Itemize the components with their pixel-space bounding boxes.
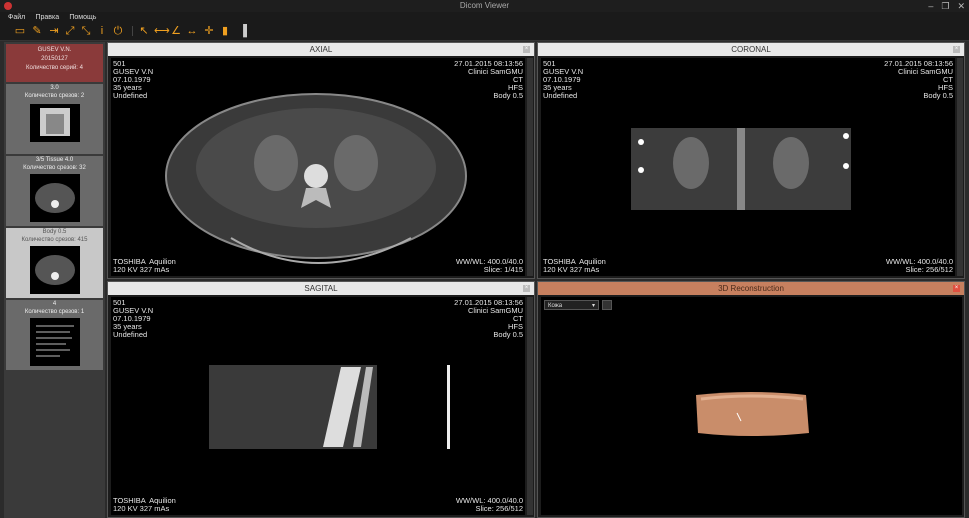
open-folder-icon[interactable]: ▭ [14, 25, 26, 37]
menu-edit[interactable]: Правка [35, 12, 59, 23]
axial-overlay-bottom-left: TOSHIBA Aquilion 120 KV 327 mAs [113, 258, 176, 274]
panel-title: AXIAL [309, 45, 333, 54]
series-title: 3/5 Tissue 4.0 [35, 157, 74, 163]
close-panel-icon[interactable]: × [953, 285, 960, 292]
series-slices: Количество срезов: 1 [24, 309, 85, 315]
skin-render [696, 392, 809, 436]
coronal-overlay-top-left: 501 GUSEV V.N 07.10.1979 35 years Undefi… [543, 60, 583, 100]
series-title: 3.0 [50, 85, 59, 91]
sagital-scrollbar[interactable] [527, 297, 533, 515]
sagital-overlay-top-right: 27.01.2015 08:13:56 Clinici SamGMU CT HF… [454, 299, 523, 339]
patient-name: GUSEV V.N. [37, 47, 72, 53]
slice-index: Slice: 256/512 [475, 504, 523, 513]
coronal-overlay-bottom-right: WW/WL: 400.0/40.0 Slice: 256/512 [886, 258, 953, 274]
ruler-icon[interactable]: ⟷ [154, 25, 170, 37]
exposure: 120 KV 327 mAs [113, 504, 170, 513]
protocol: Body 0.5 [923, 91, 953, 100]
protocol: Body 0.5 [493, 330, 523, 339]
sagital-overlay-bottom-left: TOSHIBA Aquilion 120 KV 327 mAs [113, 497, 176, 513]
axial-overlay-top-left: 501 GUSEV V.N 07.10.1979 35 years Undefi… [113, 60, 153, 100]
panel-header: AXIAL × [108, 43, 534, 56]
series-thumbnail [30, 318, 80, 366]
title-bar: Dicom Viewer – ❐ ✕ [0, 0, 969, 12]
open-file-icon[interactable]: ✎ [31, 25, 43, 37]
power-icon[interactable]: ⏻ [112, 25, 124, 37]
sagital-panel: SAGITAL × 501 GUSEV V.N 07.10.1979 35 ye… [107, 281, 535, 518]
sagital-overlay-top-left: 501 GUSEV V.N 07.10.1979 35 years Undefi… [113, 299, 153, 339]
close-panel-icon[interactable]: × [523, 46, 530, 53]
axial-panel: AXIAL × 501 GUSEV V.N 07.10.1979 35 year… [107, 42, 535, 279]
series-item[interactable]: 4 Количество срезов: 1 [6, 300, 103, 370]
slice-index: Slice: 256/512 [905, 265, 953, 274]
series-title: 4 [52, 301, 57, 307]
series-slices: Количество срезов: 2 [24, 93, 85, 99]
distance-icon[interactable]: ↔ [186, 25, 198, 37]
axial-overlay-bottom-right: WW/WL: 400.0/40.0 Slice: 1/415 [456, 258, 523, 274]
zoom-in-icon[interactable]: ⤢ [64, 25, 76, 37]
series-thumbnail [30, 246, 80, 294]
close-panel-icon[interactable]: × [953, 46, 960, 53]
reconstruction-viewport[interactable]: Кожа ▾ [541, 297, 962, 515]
panel-header: CORONAL × [538, 43, 964, 56]
window-level-icon[interactable]: ▐ [237, 25, 249, 37]
series-thumbnail [30, 174, 80, 222]
panel-header: 3D Reconstruction × [538, 282, 964, 295]
panel-title: CORONAL [731, 45, 771, 54]
sex: Undefined [543, 91, 578, 100]
fit-icon[interactable]: ⤡ [80, 25, 92, 37]
study-date: 20150127 [41, 56, 68, 62]
series-item[interactable]: 3.0 Количество срезов: 2 [6, 84, 103, 154]
menu-file[interactable]: Файл [8, 12, 25, 23]
series-item[interactable]: 3/5 Tissue 4.0 Количество срезов: 32 [6, 156, 103, 226]
info-icon[interactable]: i [96, 25, 108, 37]
crosshair-icon[interactable]: ✛ [203, 25, 215, 37]
sagital-viewport[interactable]: 501 GUSEV V.N 07.10.1979 35 years Undefi… [111, 297, 525, 515]
panel-header: SAGITAL × [108, 282, 534, 295]
series-slices: Количество срезов: 415 [21, 237, 88, 243]
exposure: 120 KV 327 mAs [543, 265, 600, 274]
sex: Undefined [113, 91, 148, 100]
series-count: Количество серий: 4 [26, 65, 83, 71]
slice-index: Slice: 1/415 [483, 265, 523, 274]
panel-title: SAGITAL [304, 284, 338, 293]
series-item-selected[interactable]: Body 0.5 Количество срезов: 415 [6, 228, 103, 298]
coronal-overlay-top-right: 27.01.2015 08:13:56 Clinici SamGMU CT HF… [884, 60, 953, 100]
close-icon[interactable]: ✕ [957, 0, 965, 12]
restore-icon[interactable]: ❐ [941, 0, 949, 12]
pointer-icon[interactable]: ↖ [138, 25, 150, 37]
exposure: 120 KV 327 mAs [113, 265, 170, 274]
patient-card[interactable]: GUSEV V.N. 20150127 Количество серий: 4 [6, 44, 103, 82]
panel-title: 3D Reconstruction [718, 284, 784, 293]
series-thumbnail [30, 104, 80, 142]
close-panel-icon[interactable]: × [523, 285, 530, 292]
coronal-panel: CORONAL × 501 GUSEV V.N 07.10.1979 35 ye… [537, 42, 965, 279]
series-sidebar: GUSEV V.N. 20150127 Количество серий: 4 … [4, 42, 105, 518]
sex: Undefined [113, 330, 148, 339]
coronal-overlay-bottom-left: TOSHIBA Aquilion 120 KV 327 mAs [543, 258, 606, 274]
series-title: Body 0.5 [42, 229, 67, 235]
coronal-scrollbar[interactable] [957, 58, 963, 276]
minimize-icon[interactable]: – [928, 0, 933, 12]
reconstruction-panel: 3D Reconstruction × Кожа ▾ [537, 281, 965, 518]
menu-help[interactable]: Помощь [69, 12, 96, 23]
angle-icon[interactable]: ∠ [170, 25, 182, 37]
axial-scrollbar[interactable] [527, 58, 533, 276]
toolbar-separator [132, 26, 133, 36]
series-slices: Количество срезов: 32 [23, 165, 86, 171]
protocol: Body 0.5 [493, 91, 523, 100]
sagital-overlay-bottom-right: WW/WL: 400.0/40.0 Slice: 256/512 [456, 497, 523, 513]
bucket-icon[interactable]: ▮ [219, 25, 231, 37]
window-title: Dicom Viewer [459, 1, 510, 10]
export-icon[interactable]: ⇥ [48, 25, 60, 37]
menu-bar: Файл Правка Помощь [0, 12, 969, 23]
axial-overlay-top-right: 27.01.2015 08:13:56 Clinici SamGMU CT HF… [454, 60, 523, 100]
toolbar: ▭ ✎ ⇥ ⤢ ⤡ i ⏻ ↖ ⟷ ∠ ↔ ✛ ▮ ▐ [0, 23, 969, 41]
axial-viewport[interactable]: 501 GUSEV V.N 07.10.1979 35 years Undefi… [111, 58, 525, 276]
coronal-viewport[interactable]: 501 GUSEV V.N 07.10.1979 35 years Undefi… [541, 58, 955, 276]
